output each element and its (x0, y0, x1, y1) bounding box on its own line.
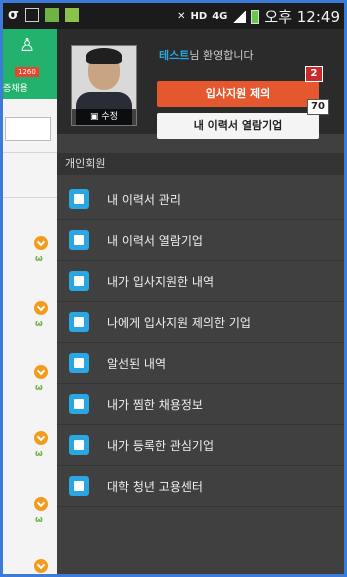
menu-item-resume-manage[interactable]: 내 이력서 관리 (57, 179, 344, 220)
gallery-icon (24, 8, 39, 22)
background-count-badge: 1260 (15, 67, 39, 77)
orange-badge-icon (34, 301, 48, 315)
menu-item-label: 알선된 내역 (107, 356, 167, 371)
menu-item-referrals[interactable]: 알선된 내역 (57, 343, 344, 384)
app-frame: σ ✕ HD 4G 오후 12:49 ♙ 1260 증채용 ω ω ω ω ω … (0, 0, 347, 577)
door-exit-icon (69, 312, 89, 332)
divider (3, 152, 57, 153)
menu-item-label: 나에게 입사지원 제의한 기업 (107, 315, 251, 330)
w-logo-icon: ω (35, 515, 43, 525)
orange-badge-icon (34, 497, 48, 511)
w-logo-icon: ω (35, 319, 43, 329)
star-icon (69, 394, 89, 414)
shield-icon (64, 8, 79, 22)
greeting-suffix: 님 환영합니다 (189, 49, 254, 62)
checkmark-icon (69, 435, 89, 455)
user-name: 테스트 (159, 49, 190, 62)
photo-edit-button[interactable]: ▣ 수정 (72, 109, 136, 125)
menu-item-label: 내가 찜한 채용정보 (107, 397, 203, 412)
greeting: 테스트님 환영합니다 (159, 47, 254, 63)
carrier-icon: σ (8, 7, 19, 23)
drawer-menu: 내 이력서 관리 내 이력서 열람기업 내가 입사지원한 내역 나에게 입사지원… (57, 179, 344, 507)
background-app-header: ♙ 1260 증채용 (3, 29, 57, 99)
menu-item-resume-viewers[interactable]: 내 이력서 열람기업 (57, 220, 344, 261)
divider (3, 197, 57, 198)
w-logo-icon: ω (35, 383, 43, 393)
background-app[interactable]: ♙ 1260 증채용 ω ω ω ω ω (3, 29, 57, 574)
chat-icon (69, 353, 89, 373)
section-title: 개인회원 (57, 153, 344, 175)
menu-item-label: 내 이력서 관리 (107, 192, 181, 207)
camera-icon: ▣ (90, 112, 102, 122)
id-card-icon (69, 230, 89, 250)
person-icon: ♙ (19, 35, 36, 56)
resume-viewers-button[interactable]: 내 이력서 열람기업 (157, 113, 319, 139)
resume-viewers-count-badge: 70 (307, 99, 329, 115)
mail-send-icon (69, 271, 89, 291)
photo-edit-label: 수정 (101, 112, 118, 122)
navigation-drawer: ▣ 수정 테스트님 환영합니다 입사지원 제의 2 내 이력서 열람기업 70 … (57, 29, 344, 574)
hd-label: HD (190, 11, 208, 22)
orange-badge-icon (34, 365, 48, 379)
menu-item-youth-center[interactable]: 대학 청년 고용센터 (57, 466, 344, 507)
profile-header: ▣ 수정 테스트님 환영합니다 입사지원 제의 2 내 이력서 열람기업 70 (57, 29, 344, 139)
orange-badge-icon (34, 236, 48, 250)
photo-hair (86, 48, 122, 64)
profile-photo[interactable]: ▣ 수정 (71, 45, 137, 126)
menu-item-label: 내가 등록한 관심기업 (107, 438, 214, 453)
menu-item-label: 대학 청년 고용센터 (107, 479, 203, 494)
w-logo-icon: ω (35, 254, 43, 264)
network-label: 4G (212, 11, 228, 22)
orange-badge-icon (34, 431, 48, 445)
background-input-box (5, 117, 51, 141)
resume-viewers-label: 내 이력서 열람기업 (193, 119, 283, 132)
signal-icon (232, 10, 247, 23)
document-icon (69, 189, 89, 209)
mute-icon: ✕ (177, 11, 186, 22)
menu-item-saved-jobs[interactable]: 내가 찜한 채용정보 (57, 384, 344, 425)
battery-icon (251, 9, 260, 24)
menu-item-label: 내 이력서 열람기업 (107, 233, 203, 248)
job-offer-count-badge: 2 (305, 66, 323, 82)
menu-item-label: 내가 입사지원한 내역 (107, 274, 214, 289)
menu-item-favorite-companies[interactable]: 내가 등록한 관심기업 (57, 425, 344, 466)
clock: 오후 12:49 (264, 8, 340, 26)
job-offer-label: 입사지원 제의 (205, 87, 271, 100)
orange-badge-icon (34, 559, 48, 573)
menu-item-offers[interactable]: 나에게 입사지원 제의한 기업 (57, 302, 344, 343)
status-bar: σ ✕ HD 4G 오후 12:49 (3, 3, 344, 29)
app-notification-icon (44, 8, 59, 22)
menu-item-applications[interactable]: 내가 입사지원한 내역 (57, 261, 344, 302)
background-label: 증채용 (3, 84, 28, 94)
job-offer-button[interactable]: 입사지원 제의 (157, 81, 319, 107)
w-logo-icon: ω (35, 449, 43, 459)
graduation-cap-icon (69, 476, 89, 496)
